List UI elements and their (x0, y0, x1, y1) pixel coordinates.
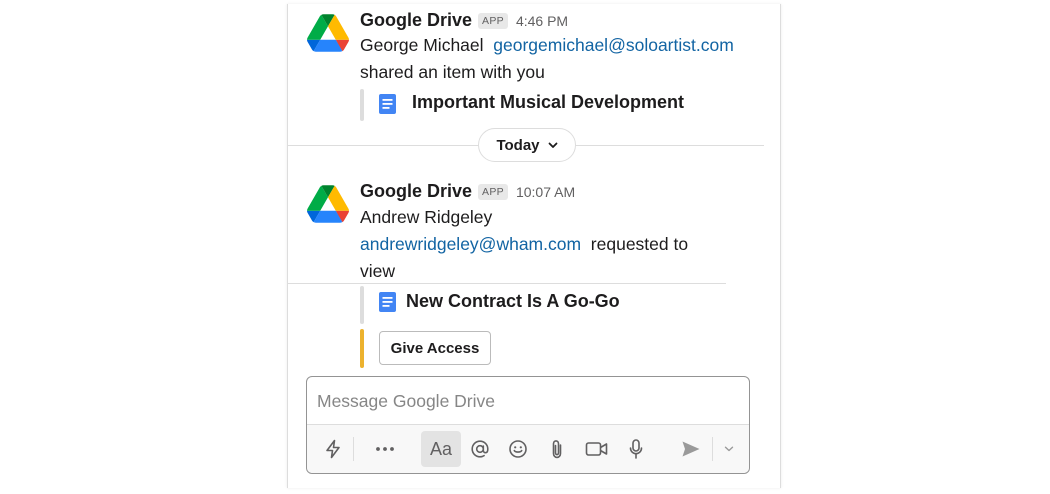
actor-name: Andrew Ridgeley (360, 207, 493, 227)
action-text: shared an item with you (360, 62, 545, 82)
chevron-down-icon (724, 446, 734, 452)
date-divider-label: Today (496, 136, 540, 154)
send-icon (682, 441, 700, 457)
send-options-button[interactable] (717, 431, 741, 467)
google-drive-logo-icon[interactable] (307, 185, 349, 223)
actor-name: George Michael (360, 35, 484, 55)
send-button[interactable] (675, 431, 707, 467)
video-clip-button[interactable] (581, 431, 613, 467)
audio-clip-button[interactable] (621, 431, 651, 467)
smiley-icon (509, 440, 527, 458)
ellipsis-icon (376, 447, 394, 451)
mention-button[interactable] (465, 431, 495, 467)
attachment-separator-line (288, 283, 726, 284)
document-title-link[interactable]: Important Musical Development (412, 92, 684, 113)
attachment-quote-bar (360, 89, 364, 121)
give-access-button[interactable]: Give Access (379, 331, 491, 365)
sender-name[interactable]: Google Drive (360, 10, 472, 31)
actor-email-link[interactable]: georgemichael@soloartist.com (493, 35, 734, 55)
sender-name[interactable]: Google Drive (360, 181, 472, 202)
video-camera-icon (585, 442, 608, 456)
toolbar-separator (353, 437, 354, 461)
paperclip-icon (552, 440, 562, 459)
emoji-button[interactable] (503, 431, 533, 467)
message-timestamp[interactable]: 10:07 AM (516, 184, 575, 200)
message-body: George Michael georgemichael@soloartist.… (360, 32, 734, 59)
action-accent-bar (360, 329, 364, 368)
action-text-continued: view (360, 261, 396, 281)
formatting-toggle-button[interactable]: Aa (421, 431, 461, 467)
action-text: requested to (590, 234, 689, 254)
document-title-link[interactable]: New Contract Is A Go-Go (406, 291, 620, 312)
app-badge: APP (478, 12, 508, 29)
shortcuts-button[interactable] (317, 431, 349, 467)
attach-file-button[interactable] (543, 431, 571, 467)
message-input[interactable] (317, 387, 737, 415)
message-header: Google Drive APP 4:46 PM (360, 10, 568, 31)
more-formatting-button[interactable] (369, 431, 401, 467)
google-drive-logo-icon[interactable] (307, 14, 349, 52)
lightning-icon (326, 439, 340, 459)
message-pane: Google Drive APP 4:46 PM George Michael … (287, 4, 781, 488)
composer-toolbar: Aa (307, 424, 749, 473)
message-composer: Aa (306, 376, 750, 474)
at-icon (471, 440, 489, 458)
google-docs-icon (379, 292, 396, 312)
message-timestamp[interactable]: 4:46 PM (516, 13, 568, 29)
message-body: andrewridgeley@wham.com requested to (360, 231, 688, 258)
google-docs-icon (379, 94, 396, 114)
app-badge: APP (478, 183, 508, 200)
microphone-icon (629, 439, 643, 459)
actor-email-link[interactable]: andrewridgeley@wham.com (360, 234, 581, 254)
chevron-down-icon (548, 142, 557, 148)
date-divider-today-button[interactable]: Today (478, 128, 576, 162)
message-header: Google Drive APP 10:07 AM (360, 181, 575, 202)
attachment-quote-bar (360, 286, 364, 324)
toolbar-separator (712, 437, 713, 461)
